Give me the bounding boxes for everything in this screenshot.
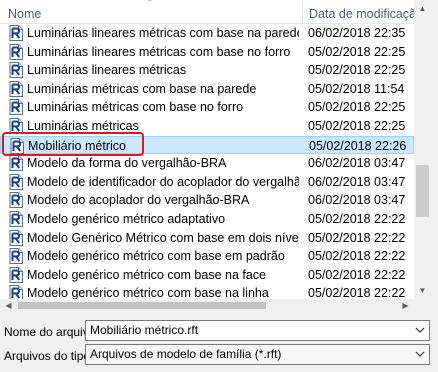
file-date: 05/02/2018 22:25 [308, 44, 406, 59]
horizontal-scroll-thumb[interactable] [18, 302, 266, 309]
file-row[interactable]: Luminárias métricas com base no forro 05/… [0, 98, 414, 117]
horizontal-scrollbar[interactable]: ◀ ▶ [0, 299, 414, 312]
file-row[interactable]: Luminárias métricas 05/02/2018 22:25 [0, 117, 414, 136]
file-row[interactable]: Luminárias métricas com base na parede 05… [0, 80, 414, 99]
file-date: 05/02/2018 22:25 [308, 119, 406, 133]
revit-family-file-icon [9, 248, 23, 265]
revit-family-file-icon [9, 43, 23, 60]
file-row[interactable]: Mobiliário métrico 05/02/2018 22:26 [0, 135, 414, 155]
file-name: Modelo genérico métrico com base na face [27, 267, 267, 282]
file-name: Modelo da forma do vergalhão-BRA [27, 156, 227, 171]
file-name: Luminárias lineares métricas com base na… [27, 26, 299, 40]
file-row[interactable]: Modelo do acoplador do vergalhão-BRA 06/0… [0, 191, 414, 210]
file-open-dialog: Nome ⌃ Data de modificação Luminárias li… [0, 0, 438, 372]
revit-family-file-icon [9, 80, 23, 97]
chevron-down-icon[interactable] [414, 345, 426, 364]
file-name: Modelo Genérico Métrico com base em dois… [27, 230, 299, 245]
filename-input[interactable]: Mobiliário métrico.rft [90, 321, 198, 340]
file-name: Modelo do acoplador do vergalhão-BRA [27, 193, 250, 208]
filename-combobox[interactable]: Mobiliário métrico.rft [85, 320, 430, 341]
revit-family-file-icon [9, 229, 23, 246]
file-date: 05/02/2018 22:22 [308, 267, 406, 282]
file-name: Luminárias lineares métricas [27, 63, 187, 78]
revit-family-file-icon [10, 137, 24, 154]
filetype-value: Arquivos de modelo de família (*.rft) [90, 347, 282, 361]
scroll-up-icon[interactable]: ▲ [414, 0, 431, 17]
file-date: 05/02/2018 11:54 [308, 81, 405, 96]
file-row[interactable]: Modelo de identificador do acoplador do … [0, 173, 414, 192]
file-row[interactable]: Modelo genérico métrico adaptativo 05/02/… [0, 210, 414, 229]
file-date: 05/02/2018 22:22 [308, 230, 406, 245]
file-name: Modelo genérico métrico com base em padr… [27, 249, 285, 264]
file-date: 06/02/2018 22:35 [308, 26, 406, 40]
file-row[interactable]: Modelo genérico métrico com base na face… [0, 266, 414, 285]
filetype-label: Arquivos do tipo: [4, 349, 94, 363]
file-row[interactable]: Modelo Genérico Métrico com base em dois… [0, 229, 414, 248]
file-name: Mobiliário métrico [28, 138, 126, 153]
file-row[interactable]: Modelo genérico métrico com base na linh… [0, 284, 414, 299]
vertical-scrollbar[interactable]: ▲ ▼ [414, 0, 431, 299]
filetype-select[interactable]: Arquivos de modelo de família (*.rft) [85, 344, 430, 365]
revit-family-file-icon [9, 155, 23, 172]
file-date: 05/02/2018 22:22 [308, 286, 406, 299]
file-row[interactable]: Luminárias lineares métricas com base na… [0, 24, 414, 43]
file-date: 05/02/2018 22:25 [308, 100, 406, 115]
file-date: 05/02/2018 22:22 [308, 212, 406, 226]
file-row[interactable]: Luminárias lineares métricas com base no… [0, 43, 414, 62]
revit-family-file-icon [9, 285, 23, 299]
scrollbar-corner [414, 299, 431, 312]
revit-family-file-icon [9, 118, 23, 134]
revit-family-file-icon [9, 211, 23, 227]
revit-family-file-icon [9, 192, 23, 209]
file-row[interactable]: Modelo genérico métrico com base em padr… [0, 247, 414, 266]
file-row[interactable]: Modelo da forma do vergalhão-BRA 06/02/20… [0, 154, 414, 173]
dialog-edge [431, 0, 438, 372]
file-date: 06/02/2018 03:47 [308, 174, 406, 189]
scroll-left-icon[interactable]: ◀ [0, 299, 17, 312]
column-header-date[interactable]: Data de modificação [303, 0, 414, 24]
file-name: Luminárias lineares métricas com base no… [27, 44, 291, 59]
file-date: 06/02/2018 03:47 [308, 156, 406, 171]
revit-family-file-icon [9, 62, 23, 79]
file-name: Luminárias métricas com base na parede [27, 81, 257, 96]
file-name: Modelo genérico métrico adaptativo [27, 212, 226, 226]
file-name: Modelo genérico métrico com base na linh… [27, 286, 269, 299]
sort-ascending-icon: ⌃ [146, 0, 154, 8]
file-list[interactable]: Nome ⌃ Data de modificação Luminárias li… [0, 0, 414, 299]
chevron-down-icon[interactable] [414, 321, 426, 340]
file-date: 05/02/2018 22:26 [309, 138, 407, 153]
file-date: 05/02/2018 22:25 [308, 63, 406, 78]
revit-family-file-icon [9, 99, 23, 116]
vertical-scroll-thumb[interactable] [416, 165, 429, 217]
file-row[interactable]: Luminárias lineares métricas 05/02/2018 2… [0, 61, 414, 80]
revit-family-file-icon [9, 266, 23, 283]
revit-family-file-icon [9, 25, 23, 41]
file-name: Luminárias métricas com base no forro [27, 100, 244, 115]
file-date: 05/02/2018 22:22 [308, 249, 406, 264]
revit-family-file-icon [9, 173, 23, 190]
list-header: Nome ⌃ Data de modificação [0, 0, 414, 24]
scroll-right-icon[interactable]: ▶ [397, 299, 414, 312]
scroll-down-icon[interactable]: ▼ [414, 282, 431, 299]
file-name: Modelo de identificador do acoplador do … [27, 174, 299, 189]
file-date: 06/02/2018 03:47 [308, 193, 406, 208]
file-name: Luminárias métricas [27, 119, 139, 133]
